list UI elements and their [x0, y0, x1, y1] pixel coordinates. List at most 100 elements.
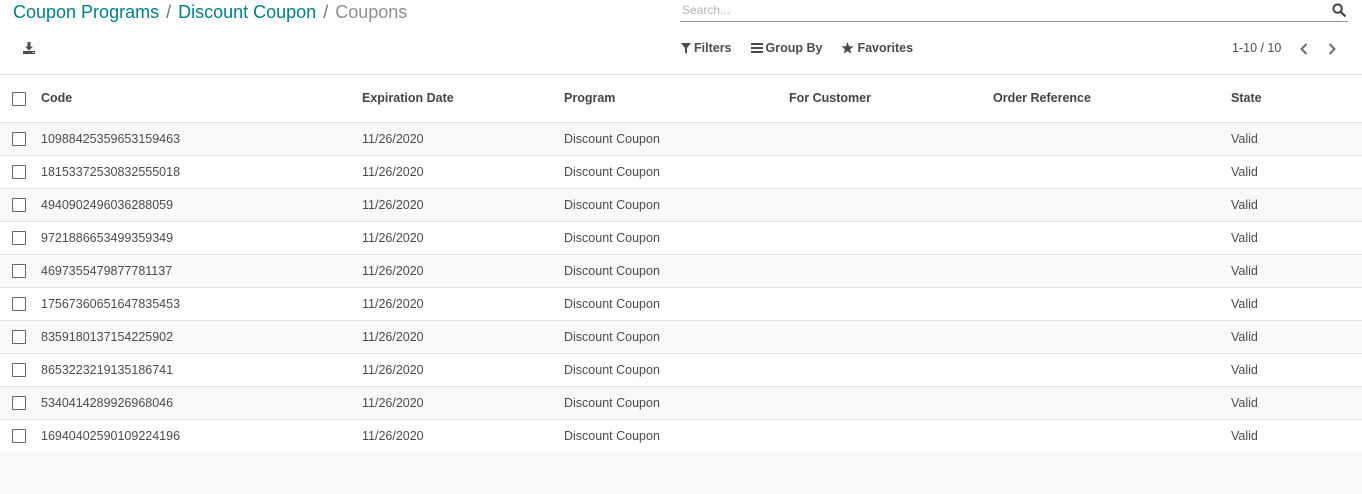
column-header-program[interactable]: Program — [564, 75, 789, 122]
cell-code: 16940402590109224196 — [41, 428, 181, 443]
cell-program: Discount Coupon — [564, 428, 660, 443]
cell-code: 5340414289926968046 — [41, 395, 174, 410]
cell-order-reference — [993, 254, 1231, 287]
cell-code: 8653223219135186741 — [41, 362, 174, 377]
table-row[interactable]: 8359180137154225902 11/26/2020 Discount … — [0, 320, 1362, 353]
filters-label: Filters — [694, 41, 732, 55]
cell-for-customer — [789, 254, 993, 287]
column-header-code[interactable]: Code — [41, 75, 362, 122]
cell-program: Discount Coupon — [564, 164, 660, 179]
cell-for-customer — [789, 419, 993, 452]
cell-expiration-date: 11/26/2020 — [362, 329, 424, 344]
group-by-button[interactable]: Group By — [750, 41, 823, 55]
table-row[interactable]: 4697355479877781137 11/26/2020 Discount … — [0, 254, 1362, 287]
select-all-checkbox[interactable] — [12, 91, 26, 106]
row-checkbox[interactable] — [12, 197, 26, 212]
row-select-cell — [0, 188, 41, 221]
cell-order-reference — [993, 122, 1231, 155]
column-header-order-reference[interactable]: Order Reference — [993, 75, 1231, 122]
cell-state: Valid — [1231, 428, 1258, 443]
list-empty-area — [0, 452, 1362, 494]
cell-expiration-date: 11/26/2020 — [362, 362, 424, 377]
table-row[interactable]: 17567360651647835453 11/26/2020 Discount… — [0, 287, 1362, 320]
breadcrumb-separator: / — [166, 2, 172, 22]
download-icon[interactable] — [21, 40, 37, 56]
search-input[interactable] — [680, 0, 1320, 20]
table-row[interactable]: 8653223219135186741 11/26/2020 Discount … — [0, 353, 1362, 386]
cell-program: Discount Coupon — [564, 362, 660, 377]
table-row[interactable]: 9721886653499359349 11/26/2020 Discount … — [0, 221, 1362, 254]
filters-button[interactable]: Filters — [681, 41, 732, 55]
cell-state: Valid — [1231, 329, 1258, 344]
cell-code: 10988425359653159463 — [41, 131, 181, 146]
cell-code: 4697355479877781137 — [41, 263, 173, 278]
cell-order-reference — [993, 221, 1231, 254]
row-select-cell — [0, 155, 41, 188]
column-header-state[interactable]: State — [1231, 75, 1362, 122]
search-icon[interactable] — [1332, 3, 1346, 17]
table-row[interactable]: 10988425359653159463 11/26/2020 Discount… — [0, 122, 1362, 155]
table-row[interactable]: 18153372530832555018 11/26/2020 Discount… — [0, 155, 1362, 188]
cell-for-customer — [789, 386, 993, 419]
breadcrumb-item-coupon-programs[interactable]: Coupon Programs — [13, 2, 159, 22]
cell-order-reference — [993, 287, 1231, 320]
row-checkbox[interactable] — [12, 164, 26, 179]
cell-for-customer — [789, 122, 993, 155]
row-select-cell — [0, 353, 41, 386]
select-all-cell — [0, 75, 41, 122]
row-checkbox[interactable] — [12, 329, 26, 344]
breadcrumb-item-discount-coupon[interactable]: Discount Coupon — [178, 2, 316, 22]
cell-state: Valid — [1231, 230, 1258, 245]
cell-order-reference — [993, 353, 1231, 386]
star-icon — [841, 42, 855, 54]
cell-expiration-date: 11/26/2020 — [362, 296, 424, 311]
cell-order-reference — [993, 386, 1231, 419]
breadcrumb-separator: / — [323, 2, 329, 22]
row-select-cell — [0, 122, 41, 155]
chevron-left-icon[interactable] — [1298, 42, 1310, 56]
table-row[interactable]: 4940902496036288059 11/26/2020 Discount … — [0, 188, 1362, 221]
favorites-button[interactable]: Favorites — [841, 41, 913, 55]
cell-expiration-date: 11/26/2020 — [362, 230, 424, 245]
control-panel: Coupon Programs / Discount Coupon / Coupons … — [0, 0, 1362, 75]
cell-order-reference — [993, 155, 1231, 188]
cell-state: Valid — [1231, 362, 1258, 377]
cell-program: Discount Coupon — [564, 131, 660, 146]
row-checkbox[interactable] — [12, 395, 26, 410]
pager-value[interactable]: 1-10 / 10 — [1232, 41, 1281, 55]
cell-code: 4940902496036288059 — [41, 197, 174, 212]
row-select-cell — [0, 386, 41, 419]
group-by-label: Group By — [765, 41, 823, 55]
cell-program: Discount Coupon — [564, 230, 660, 245]
cell-for-customer — [789, 155, 993, 188]
cell-for-customer — [789, 221, 993, 254]
search-bar — [680, 0, 1348, 22]
table-row[interactable]: 5340414289926968046 11/26/2020 Discount … — [0, 386, 1362, 419]
cell-expiration-date: 11/26/2020 — [362, 197, 424, 212]
row-checkbox[interactable] — [12, 131, 26, 146]
cell-state: Valid — [1231, 164, 1258, 179]
cell-expiration-date: 11/26/2020 — [362, 263, 424, 278]
row-checkbox[interactable] — [12, 263, 26, 278]
column-header-for-customer[interactable]: For Customer — [789, 75, 993, 122]
table-header-row: Code Expiration Date Program For Custome… — [0, 75, 1362, 122]
cell-for-customer — [789, 320, 993, 353]
cell-program: Discount Coupon — [564, 263, 660, 278]
cell-order-reference — [993, 188, 1231, 221]
cell-state: Valid — [1231, 263, 1258, 278]
row-select-cell — [0, 419, 41, 452]
row-checkbox[interactable] — [12, 296, 26, 311]
cell-program: Discount Coupon — [564, 296, 660, 311]
cell-order-reference — [993, 320, 1231, 353]
column-header-expiration-date[interactable]: Expiration Date — [362, 75, 564, 122]
row-checkbox[interactable] — [12, 428, 26, 443]
row-select-cell — [0, 254, 41, 287]
chevron-right-icon[interactable] — [1326, 42, 1338, 56]
row-select-cell — [0, 287, 41, 320]
row-checkbox[interactable] — [12, 362, 26, 377]
table-row[interactable]: 16940402590109224196 11/26/2020 Discount… — [0, 419, 1362, 452]
cell-code: 18153372530832555018 — [41, 164, 181, 179]
breadcrumb: Coupon Programs / Discount Coupon / Coupons — [13, 2, 407, 22]
row-checkbox[interactable] — [12, 230, 26, 245]
cell-state: Valid — [1231, 131, 1258, 146]
